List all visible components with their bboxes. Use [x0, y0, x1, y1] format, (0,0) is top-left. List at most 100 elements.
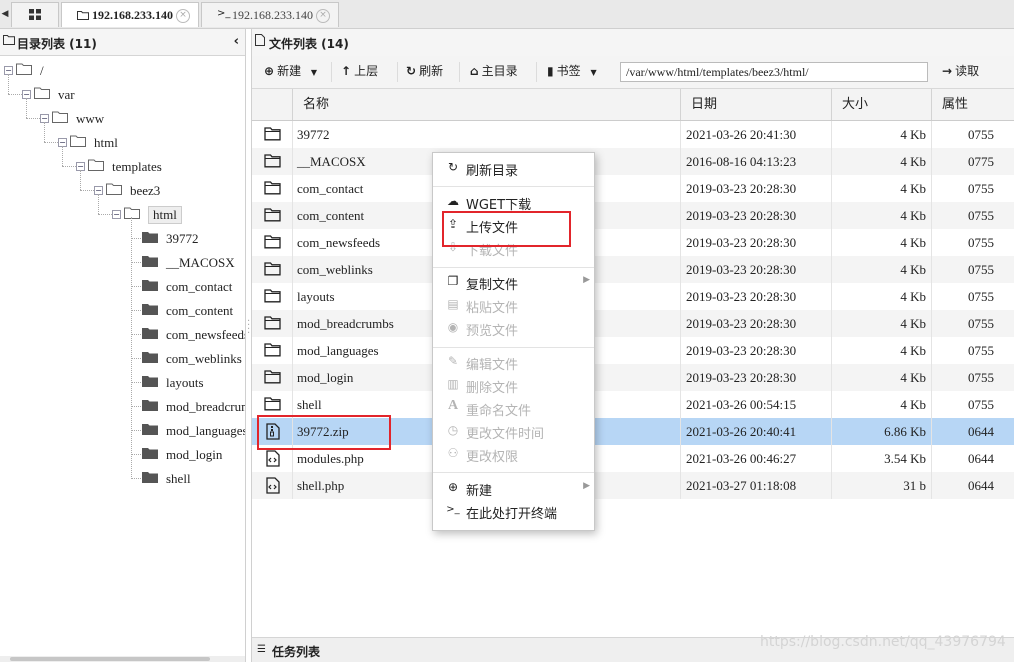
font-icon: A — [447, 398, 459, 413]
file-row[interactable]: mod_languages 2019-03-23 20:28:30 4 Kb 0755 — [252, 337, 1014, 364]
file-row[interactable]: 39772 2021-03-26 20:41:30 4 Kb 0755 — [252, 121, 1014, 148]
panel-splitter[interactable]: · · · · — [247, 317, 250, 339]
menu-rename-file: A 重命名文件 — [447, 398, 532, 419]
file-row[interactable]: com_content 2019-03-23 20:28:30 4 Kb 0755 — [252, 202, 1014, 229]
folder-icon — [264, 126, 281, 141]
tree-node[interactable]: shell — [0, 469, 245, 489]
file-row[interactable]: shell 2021-03-26 00:54:15 4 Kb 0755 — [252, 391, 1014, 418]
tab-scroll-left-icon[interactable]: ◀ — [0, 0, 10, 28]
bookmark-button[interactable]: ▮ 书签 ▼ — [547, 62, 597, 82]
file-row[interactable]: __MACOSX 2016-08-16 04:13:23 4 Kb 0775 — [252, 148, 1014, 175]
tree-node[interactable]: − beez3 — [0, 181, 245, 201]
file-row[interactable]: mod_breadcrumbs 2019-03-23 20:28:30 4 Kb 07… — [252, 310, 1014, 337]
tree-node[interactable]: − html — [0, 133, 245, 153]
tree-node-label[interactable]: / — [40, 63, 44, 79]
folder-open-icon — [52, 111, 68, 123]
tree-node[interactable]: mod_languages — [0, 421, 245, 441]
file-attr: 0644 — [968, 451, 994, 466]
tree-node-label[interactable]: layouts — [166, 375, 204, 391]
close-icon[interactable]: × — [316, 9, 330, 23]
tree-node[interactable]: − www — [0, 109, 245, 129]
tree-node-label[interactable]: __MACOSX — [166, 255, 235, 271]
tree-node-label[interactable]: com_contact — [166, 279, 232, 295]
menu-refresh-directory[interactable]: ↻ 刷新目录 — [433, 157, 594, 179]
tree-node-label[interactable]: mod_languages — [166, 423, 245, 439]
new-button[interactable]: ⊕ 新建 ▼ — [264, 62, 317, 82]
tree-connector — [131, 478, 141, 479]
tab-terminal[interactable]: >_ 192.168.233.140 × — [201, 2, 339, 27]
tree-node-label[interactable]: www — [76, 111, 104, 127]
tree-node-label[interactable]: html — [94, 135, 118, 151]
tree-connector — [80, 170, 81, 190]
tree-node[interactable]: layouts — [0, 373, 245, 393]
folder-icon — [142, 303, 158, 315]
file-name: com_content — [297, 208, 365, 223]
path-input[interactable]: /var/www/html/templates/beez3/html/ — [620, 62, 928, 82]
collapse-panel-icon[interactable]: ‹ — [234, 34, 239, 49]
tree-node[interactable]: com_contact — [0, 277, 245, 297]
toolbar-divider — [331, 62, 332, 82]
header-name[interactable]: 名称 — [292, 89, 680, 120]
tree-node[interactable]: com_weblinks — [0, 349, 245, 369]
tree-node-label[interactable]: com_newsfeeds — [166, 327, 245, 343]
column-divider — [831, 121, 832, 499]
tree-node-label[interactable]: mod_breadcrumbs — [166, 399, 245, 415]
menu-open-terminal-here[interactable]: >_ 在此处打开终端 — [433, 500, 594, 522]
file-attr: 0775 — [968, 154, 994, 169]
tree-node-label[interactable]: html — [148, 206, 182, 224]
tree-node-label[interactable]: templates — [112, 159, 162, 175]
up-level-button[interactable]: ↑ 上层 — [341, 62, 378, 82]
users-icon: ⚇ — [447, 446, 459, 460]
tree-node[interactable]: mod_breadcrumbs — [0, 397, 245, 417]
tree-node[interactable]: − var — [0, 85, 245, 105]
file-row[interactable]: layouts 2019-03-23 20:28:30 4 Kb 0755 — [252, 283, 1014, 310]
scrollbar-thumb[interactable] — [10, 657, 210, 661]
menu-wget-download[interactable]: ☁ WGET下载 — [433, 191, 594, 213]
menu-copy-file[interactable]: ❐ 复制文件 ▶ — [433, 271, 594, 293]
tree-node-label[interactable]: mod_login — [166, 447, 222, 463]
collapse-toggle-icon[interactable]: − — [112, 210, 121, 219]
refresh-button[interactable]: ↻ 刷新 — [406, 62, 443, 82]
tree-node[interactable]: com_content — [0, 301, 245, 321]
tree-node[interactable]: 39772 — [0, 229, 245, 249]
tree-node-label[interactable]: var — [58, 87, 75, 103]
arrow-up-icon: ↑ — [341, 64, 352, 78]
tab-grid-home[interactable] — [11, 2, 59, 27]
tab-file-manager[interactable]: 192.168.233.140 × — [61, 2, 199, 27]
tree-node[interactable]: − html — [0, 205, 245, 225]
tree-node[interactable]: − / — [0, 61, 245, 81]
file-size: 3.54 Kb — [884, 451, 926, 466]
tree-node[interactable]: mod_login — [0, 445, 245, 465]
tree-node[interactable]: com_newsfeeds — [0, 325, 245, 345]
tree-node[interactable]: __MACOSX — [0, 253, 245, 273]
file-size: 31 b — [903, 478, 926, 493]
tree-node[interactable]: − templates — [0, 157, 245, 177]
file-row[interactable]: mod_login 2019-03-23 20:28:30 4 Kb 0755 — [252, 364, 1014, 391]
tree-node-label[interactable]: shell — [166, 471, 191, 487]
header-attr[interactable]: 属性 — [931, 89, 1014, 120]
file-row[interactable]: com_contact 2019-03-23 20:28:30 4 Kb 0755 — [252, 175, 1014, 202]
tree-node-label[interactable]: beez3 — [130, 183, 160, 199]
tree-connector — [44, 122, 45, 142]
cloud-download-icon: ☁ — [447, 194, 459, 208]
tree-node-label[interactable]: 39772 — [166, 231, 199, 247]
read-button[interactable]: → 读取 — [942, 62, 979, 82]
file-row[interactable]: com_newsfeeds 2019-03-23 20:28:30 4 Kb 0755 — [252, 229, 1014, 256]
menu-change-permissions: ⚇ 更改权限 — [447, 446, 519, 465]
highlight-box-upload — [442, 211, 571, 247]
file-attr: 0755 — [968, 316, 994, 331]
tree-node-label[interactable]: com_weblinks — [166, 351, 242, 367]
menu-new[interactable]: ⊕ 新建 ▶ — [433, 477, 594, 499]
file-row[interactable]: shell.php 2021-03-27 01:18:08 31 b 0644 — [252, 472, 1014, 499]
file-name: shell — [297, 397, 322, 412]
horizontal-scrollbar[interactable] — [0, 656, 245, 662]
close-icon[interactable]: × — [176, 9, 190, 23]
file-row[interactable]: com_weblinks 2019-03-23 20:28:30 4 Kb 0755 — [252, 256, 1014, 283]
tree-node-label[interactable]: com_content — [166, 303, 233, 319]
header-size[interactable]: 大小 — [831, 89, 931, 120]
home-button[interactable]: ⌂ 主目录 — [470, 62, 518, 82]
folder-icon — [142, 231, 158, 243]
file-name: com_weblinks — [297, 262, 373, 277]
folder-icon — [264, 369, 281, 384]
header-date[interactable]: 日期 — [680, 89, 831, 120]
